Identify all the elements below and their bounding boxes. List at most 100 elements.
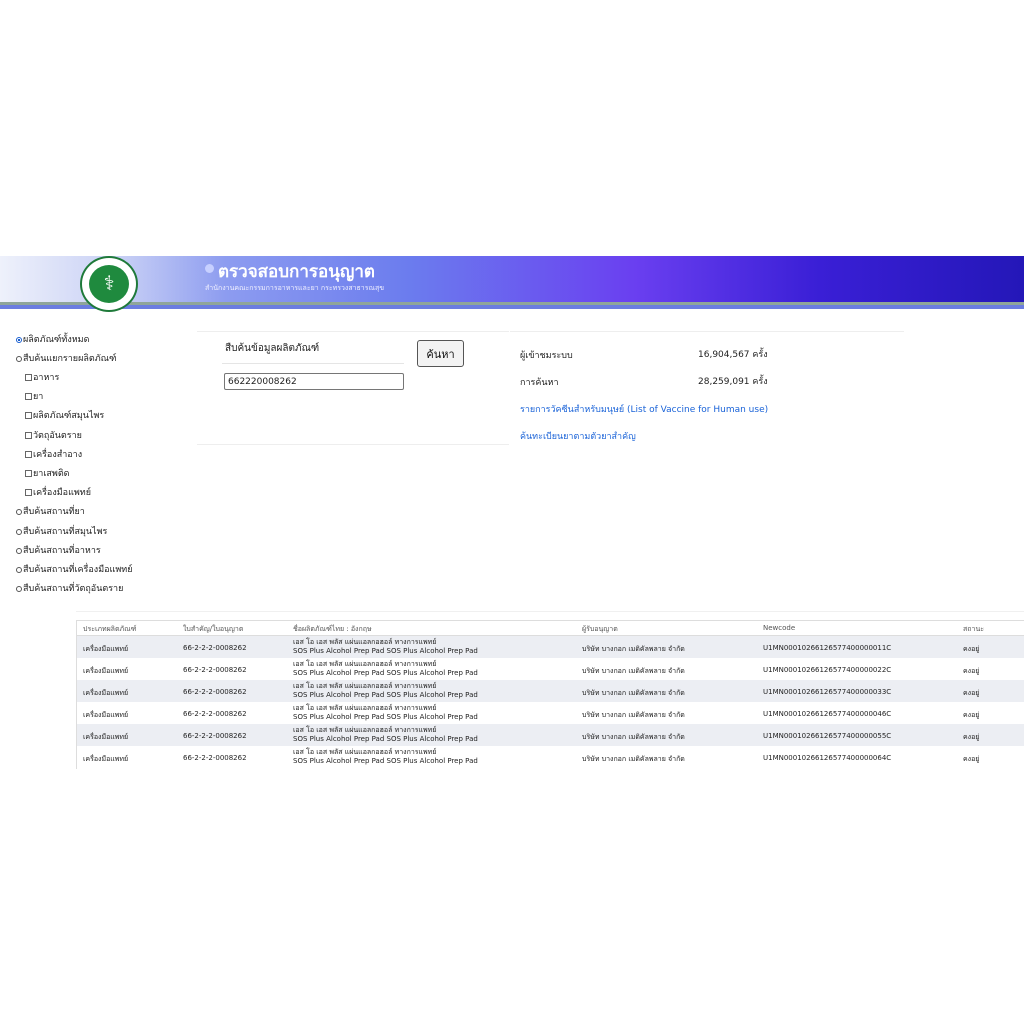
table-row[interactable]: เครื่องมือแพทย์ 66-2-2-2-0008262 เอส โอ … [77,658,1024,680]
results-table: ประเภทผลิตภัณฑ์ ใบสำคัญ/ใบอนุญาต ชื่อผลิ… [76,620,1024,769]
cell-name-th: เอส โอ เอส พลัส แผ่นแอลกอฮอล์ ทางการแพทย… [293,638,437,646]
sidebar-item-hazardous[interactable]: วัตถุอันตราย [25,429,82,443]
header-banner [0,256,1024,302]
sidebar-item-narcotics[interactable]: ยาเสพติด [25,467,70,481]
cell-type: เครื่องมือแพทย์ [83,645,129,653]
checkbox-icon[interactable] [25,489,32,496]
cell-newcode: U1MN00010266126577400000022C [763,666,892,674]
table-row[interactable]: เครื่องมือแพทย์ 66-2-2-2-0008262 เอส โอ … [77,636,1024,658]
checkbox-icon[interactable] [25,432,32,439]
checkbox-icon[interactable] [25,470,32,477]
checkbox-icon[interactable] [25,451,32,458]
sidebar-item-label: เครื่องมือแพทย์ [33,488,92,498]
col-header-holder[interactable]: ผู้รับอนุญาต [582,624,618,635]
sidebar-item-label: เครื่องสำอาง [33,450,83,460]
page-subtitle: สำนักงานคณะกรรมการอาหารและยา กระทรวงสาธา… [205,284,385,292]
cell-name-en: SOS Plus Alcohol Prep Pad SOS Plus Alcoh… [293,757,478,765]
cell-name: เอส โอ เอส พลัส แผ่นแอลกอฮอล์ ทางการแพทย… [293,726,478,744]
cell-holder: บริษัท บางกอก เมดิคัลพลาย จำกัด [582,645,685,653]
radio-icon[interactable] [16,528,22,535]
sidebar-item-food-premises[interactable]: สืบค้นสถานที่อาหาร [16,544,101,558]
sidebar-item-label: วัตถุอันตราย [33,431,82,441]
radio-selected-icon[interactable] [16,336,22,343]
search-input[interactable] [224,373,404,390]
cell-name-th: เอส โอ เอส พลัส แผ่นแอลกอฮอล์ ทางการแพทย… [293,726,437,734]
cell-license: 66-2-2-2-0008262 [183,688,247,696]
cell-name: เอส โอ เอส พลัส แผ่นแอลกอฮอล์ ทางการแพทย… [293,660,478,678]
sidebar-item-herbal-premises[interactable]: สืบค้นสถานที่สมุนไพร [16,525,107,539]
table-row[interactable]: เครื่องมือแพทย์ 66-2-2-2-0008262 เอส โอ … [77,702,1024,724]
cell-name-th: เอส โอ เอส พลัส แผ่นแอลกอฮอล์ ทางการแพทย… [293,682,437,690]
search-button[interactable]: ค้นหา [417,340,464,367]
cell-license: 66-2-2-2-0008262 [183,732,247,740]
sidebar-item-label: ผลิตภัณฑ์ทั้งหมด [23,335,90,345]
vaccine-list-link[interactable]: รายการวัคซีนสำหรับมนุษย์ (List of Vaccin… [520,402,768,416]
cell-status: คงอยู่ [963,667,980,675]
cell-type: เครื่องมือแพทย์ [83,733,129,741]
cell-name-th: เอส โอ เอส พลัส แผ่นแอลกอฮอล์ ทางการแพทย… [293,704,437,712]
title-bullet-icon [205,264,214,273]
sidebar-item-drug-premises[interactable]: สืบค้นสถานที่ยา [16,505,85,519]
radio-icon[interactable] [16,508,22,515]
table-row[interactable]: เครื่องมือแพทย์ 66-2-2-2-0008262 เอส โอ … [77,680,1024,702]
sidebar-item-medical-device[interactable]: เครื่องมือแพทย์ [25,486,91,500]
sidebar-item-label: สืบค้นสถานที่ยา [23,507,85,517]
col-header-type[interactable]: ประเภทผลิตภัณฑ์ [83,624,136,635]
radio-icon[interactable] [16,547,22,554]
sidebar-item-label: สืบค้นสถานที่วัตถุอันตราย [23,584,124,594]
cell-type: เครื่องมือแพทย์ [83,711,129,719]
cell-newcode: U1MN00010266126577400000033C [763,688,892,696]
sidebar-item-label: ยา [33,392,44,402]
sidebar-item-all-products[interactable]: ผลิตภัณฑ์ทั้งหมด [16,333,89,347]
cell-status: คงอยู่ [963,711,980,719]
radio-icon[interactable] [16,355,22,362]
sidebar-item-cosmetics[interactable]: เครื่องสำอาง [25,448,82,462]
cell-license: 66-2-2-2-0008262 [183,710,247,718]
table-row[interactable]: เครื่องมือแพทย์ 66-2-2-2-0008262 เอส โอ … [77,724,1024,746]
cell-license: 66-2-2-2-0008262 [183,644,247,652]
col-header-status[interactable]: สถานะ [963,624,984,635]
cell-name-en: SOS Plus Alcohol Prep Pad SOS Plus Alcoh… [293,713,478,721]
checkbox-icon[interactable] [25,393,32,400]
banner-divider-accent [0,305,1024,309]
sidebar-item-hazardous-premises[interactable]: สืบค้นสถานที่วัตถุอันตราย [16,582,123,596]
cell-holder: บริษัท บางกอก เมดิคัลพลาย จำกัด [582,755,685,763]
radio-icon[interactable] [16,566,22,573]
col-header-name[interactable]: ชื่อผลิตภัณฑ์ไทย : อังกฤษ [293,624,372,635]
checkbox-icon[interactable] [25,412,32,419]
sidebar-item-label: สืบค้นสถานที่เครื่องมือแพทย์ [23,565,133,575]
col-header-newcode[interactable]: Newcode [763,624,795,632]
ministry-logo: ⚕ [80,256,138,312]
table-row[interactable]: เครื่องมือแพทย์ 66-2-2-2-0008262 เอส โอ … [77,746,1024,768]
sidebar-item-herbal[interactable]: ผลิตภัณฑ์สมุนไพร [25,409,104,423]
visitors-value: 16,904,567 ครั้ง [698,350,768,360]
cell-status: คงอยู่ [963,733,980,741]
checkbox-icon[interactable] [25,374,32,381]
cell-name-en: SOS Plus Alcohol Prep Pad SOS Plus Alcoh… [293,691,478,699]
page-title: ตรวจสอบการอนุญาต [218,262,375,282]
radio-icon[interactable] [16,585,22,592]
drug-search-link[interactable]: ค้นทะเบียนยาตามตัวยาสำคัญ [520,429,636,443]
sidebar-item-drug[interactable]: ยา [25,390,43,404]
sidebar-item-label: ยาเสพติด [33,469,70,479]
cell-type: เครื่องมือแพทย์ [83,689,129,697]
cell-holder: บริษัท บางกอก เมดิคัลพลาย จำกัด [582,711,685,719]
cell-name: เอส โอ เอส พลัส แผ่นแอลกอฮอล์ ทางการแพทย… [293,748,478,766]
cell-status: คงอยู่ [963,645,980,653]
sidebar-item-label: อาหาร [33,373,60,383]
cell-name: เอส โอ เอส พลัส แผ่นแอลกอฮอล์ ทางการแพทย… [293,638,478,656]
search-title: สืบค้นข้อมูลผลิตภัณฑ์ [225,343,320,354]
sidebar-item-food[interactable]: อาหาร [25,371,59,385]
sidebar-item-label: สืบค้นสถานที่อาหาร [23,546,101,556]
sidebar-item-device-premises[interactable]: สืบค้นสถานที่เครื่องมือแพทย์ [16,563,132,577]
cell-name: เอส โอ เอส พลัส แผ่นแอลกอฮอล์ ทางการแพทย… [293,704,478,722]
cell-name-th: เอส โอ เอส พลัส แผ่นแอลกอฮอล์ ทางการแพทย… [293,748,437,756]
sidebar-item-label: ผลิตภัณฑ์สมุนไพร [33,411,105,421]
sidebar-item-label: สืบค้นแยกรายผลิตภัณฑ์ [23,354,117,364]
searches-value: 28,259,091 ครั้ง [698,377,768,387]
cell-name-en: SOS Plus Alcohol Prep Pad SOS Plus Alcoh… [293,669,478,677]
sidebar-item-by-product[interactable]: สืบค้นแยกรายผลิตภัณฑ์ [16,352,116,366]
table-top-divider [76,611,1024,612]
cell-status: คงอยู่ [963,755,980,763]
col-header-license[interactable]: ใบสำคัญ/ใบอนุญาต [183,624,243,635]
